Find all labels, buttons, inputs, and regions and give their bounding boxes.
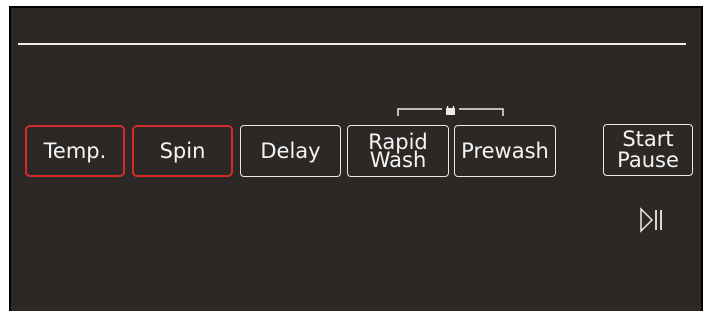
play-pause-icon [640,207,662,233]
pause-label: Pause [617,148,679,172]
start-label: Start [622,127,674,151]
rapid-wash-label-line2: Wash [369,148,427,172]
delay-button[interactable]: Delay [240,125,341,177]
lock-icon [446,106,455,115]
rapid-wash-button[interactable]: Rapid Wash [347,125,449,177]
display-divider [18,43,686,45]
spin-button[interactable]: Spin [132,125,233,177]
start-pause-button[interactable]: Start Pause [603,124,693,176]
temp-button-label: Temp. [43,138,107,163]
temp-button[interactable]: Temp. [25,125,125,177]
prewash-button[interactable]: Prewash [454,125,556,177]
child-lock-bracket [397,106,504,116]
delay-button-label: Delay [260,138,321,163]
prewash-button-label: Prewash [461,138,549,163]
spin-button-label: Spin [159,138,206,163]
